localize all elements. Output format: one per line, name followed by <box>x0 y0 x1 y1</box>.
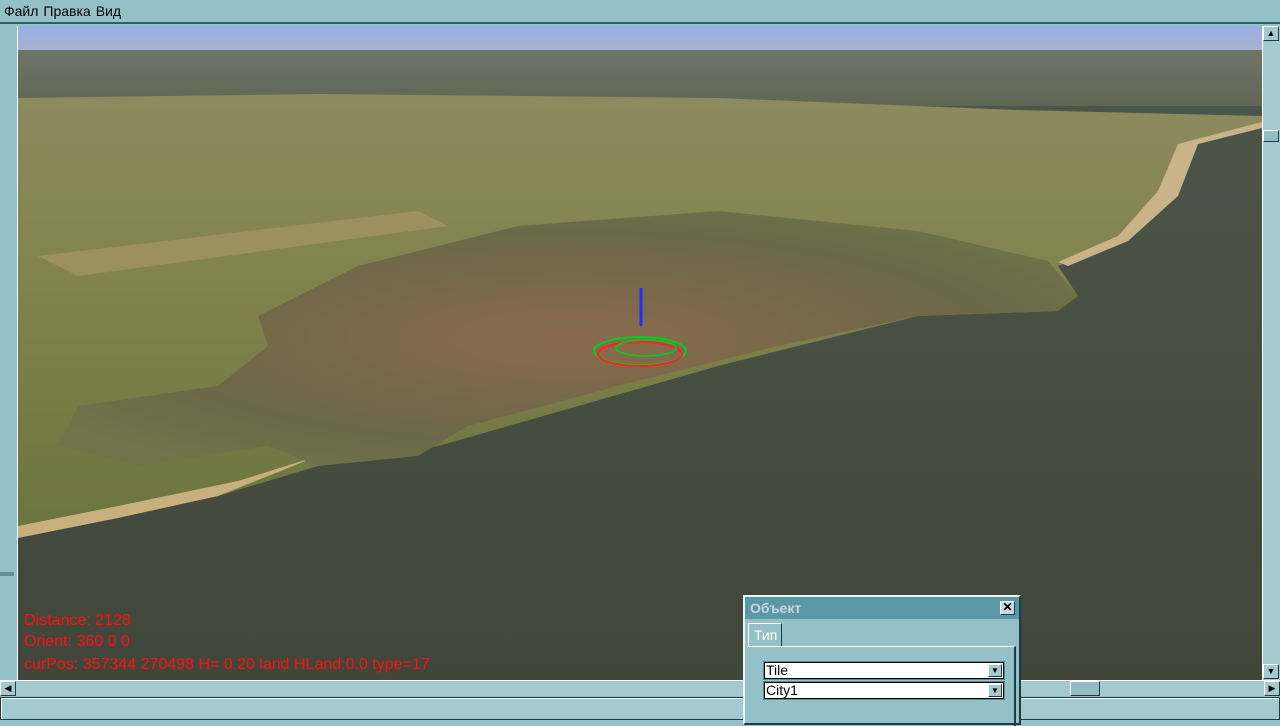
status-bar <box>0 697 1280 720</box>
chevron-down-icon[interactable]: ▼ <box>988 664 1002 677</box>
scroll-down-button[interactable]: ▼ <box>1263 664 1279 679</box>
3d-viewport[interactable]: Distance: 2128 Orient: 360 0 0 curPos: 3… <box>18 26 1262 680</box>
dialog-title: Объект <box>750 600 802 616</box>
distance-readout: Distance: 2128 <box>24 612 131 629</box>
menu-view[interactable]: Вид <box>96 3 121 19</box>
type-select[interactable]: Tile ▼ <box>764 662 1004 679</box>
horizontal-scroll-thumb[interactable] <box>1070 681 1100 696</box>
tab-type[interactable]: Тип <box>748 623 782 647</box>
close-icon[interactable]: ✕ <box>1000 601 1015 615</box>
scroll-left-button[interactable]: ◀ <box>0 681 16 696</box>
chevron-down-icon[interactable]: ▼ <box>988 684 1002 697</box>
orient-readout: Orient: 360 0 0 <box>24 633 130 650</box>
splitter-handle[interactable] <box>0 572 14 576</box>
object-dialog: Объект ✕ Тип Tile ▼ City1 ▼ <box>743 595 1021 726</box>
vertical-scrollbar[interactable]: ▲ ▼ <box>1262 26 1280 680</box>
left-panel <box>0 26 18 680</box>
menu-file[interactable]: Файл <box>4 3 38 19</box>
dialog-titlebar[interactable]: Объект ✕ <box>745 597 1019 619</box>
tab-panel: Tile ▼ City1 ▼ <box>748 646 1016 726</box>
menu-bar: Файл Правка Вид <box>0 0 1280 24</box>
scroll-right-button[interactable]: ▶ <box>1264 681 1280 696</box>
terrain-scene <box>18 26 1262 680</box>
name-select-value: City1 <box>766 682 798 698</box>
menu-edit[interactable]: Правка <box>43 3 90 19</box>
horizontal-scrollbar[interactable]: ◀ ▶ <box>0 680 1280 696</box>
position-readout: curPos: 357344 270498 H= 0.20 land HLand… <box>24 656 430 673</box>
vertical-scroll-thumb[interactable] <box>1263 130 1279 142</box>
scroll-up-button[interactable]: ▲ <box>1263 26 1279 41</box>
type-select-value: Tile <box>766 662 789 678</box>
name-select[interactable]: City1 ▼ <box>764 682 1004 699</box>
